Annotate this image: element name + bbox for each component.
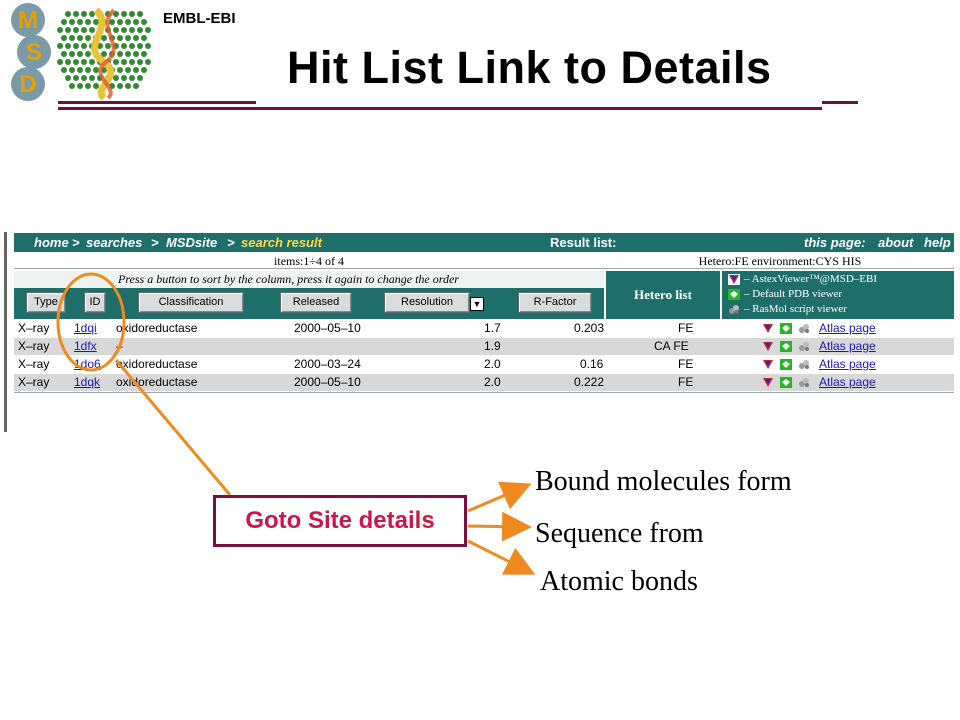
entry-id-link[interactable]: 1do6 bbox=[74, 356, 101, 373]
result-list-label: Result list: bbox=[550, 235, 617, 250]
type-cell: X–ray bbox=[18, 375, 50, 389]
rasmol-icon[interactable] bbox=[798, 341, 810, 352]
classification-cell: oxidoreductase bbox=[116, 375, 198, 389]
pdb-viewer-icon bbox=[728, 288, 740, 300]
rasmol-icon[interactable] bbox=[798, 377, 810, 388]
items-count: items:1÷4 of 4 bbox=[274, 254, 344, 268]
classification-cell: oxidoreductase bbox=[116, 321, 198, 335]
sort-rfactor-button[interactable]: R-Factor bbox=[518, 292, 592, 313]
classification-cell: – bbox=[116, 339, 123, 353]
option-sequence: Sequence from bbox=[535, 518, 704, 549]
title-rule-upper-right bbox=[822, 101, 858, 104]
title-rule-upper bbox=[58, 101, 256, 104]
hetero-list-header: Hetero list bbox=[606, 271, 720, 319]
legend-pdb-viewer: – Default PDB viewer bbox=[728, 287, 842, 301]
svg-text:S: S bbox=[26, 39, 42, 66]
legend-astexviewer: – AstexViewer™@MSD–EBI bbox=[728, 272, 877, 286]
arrow-bound-molecules bbox=[467, 481, 532, 513]
legend-pdb-viewer-label: – Default PDB viewer bbox=[744, 288, 843, 300]
type-cell: X–ray bbox=[18, 321, 50, 335]
help-link[interactable]: help bbox=[924, 233, 951, 252]
astexviewer-icon[interactable] bbox=[762, 341, 774, 352]
legend-rasmol-label: – RasMol script viewer bbox=[744, 303, 847, 315]
rfactor-cell: 0.203 bbox=[574, 321, 605, 335]
pdb-viewer-icon[interactable] bbox=[780, 377, 792, 388]
table-bottom-rule bbox=[14, 392, 954, 393]
entry-id-link[interactable]: 1dqi bbox=[74, 320, 97, 337]
sort-classification-button[interactable]: Classification bbox=[138, 292, 244, 313]
option-atomic-bonds: Atomic bonds bbox=[540, 566, 698, 597]
table-divider bbox=[14, 268, 954, 269]
atlas-page-link[interactable]: Atlas page bbox=[819, 356, 876, 373]
svg-text:M: M bbox=[18, 7, 38, 34]
this-page-label: this page: bbox=[804, 235, 866, 250]
title-rule-lower bbox=[58, 107, 822, 110]
released-cell: 2000–03–24 bbox=[294, 357, 361, 371]
hetero-cell: FE bbox=[678, 357, 694, 371]
pdb-viewer-icon[interactable] bbox=[780, 323, 792, 334]
result-nav-bar: home > searches > MSDsite > search resul… bbox=[14, 233, 954, 252]
legend-rasmol: – RasMol script viewer bbox=[728, 302, 847, 316]
breadcrumb-separator: > bbox=[151, 235, 159, 250]
resolution-cell: 2.0 bbox=[484, 375, 501, 389]
breadcrumb-msdsite[interactable]: MSDsite bbox=[166, 233, 217, 252]
pdb-viewer-icon[interactable] bbox=[780, 359, 792, 370]
breadcrumb-separator: > bbox=[227, 235, 235, 250]
astexviewer-icon bbox=[728, 273, 740, 285]
breadcrumb-home[interactable]: home bbox=[34, 233, 69, 252]
sort-resolution-button[interactable]: Resolution bbox=[384, 292, 470, 313]
legend-astexviewer-label: – AstexViewer™@MSD–EBI bbox=[744, 273, 877, 285]
astexviewer-icon[interactable] bbox=[762, 359, 774, 370]
resolution-cell: 2.0 bbox=[484, 357, 501, 371]
table-row: X–ray 1dqk oxidoreductase 2000–05–10 2.0… bbox=[14, 374, 954, 391]
hetero-cell: CA FE bbox=[654, 339, 689, 353]
sort-hint: Press a button to sort by the column, pr… bbox=[14, 271, 604, 288]
type-cell: X–ray bbox=[18, 339, 50, 353]
released-cell: 2000–05–10 bbox=[294, 321, 361, 335]
rasmol-icon bbox=[729, 304, 739, 314]
table-row: X–ray 1do6 oxidoreductase 2000–03–24 2.0… bbox=[14, 356, 954, 373]
table-row: X–ray 1dqi oxidoreductase 2000–05–10 1.7… bbox=[14, 320, 954, 337]
classification-cell: oxidoreductase bbox=[116, 357, 198, 371]
org-label: EMBL-EBI bbox=[163, 10, 236, 27]
sort-id-button[interactable]: ID bbox=[84, 292, 106, 313]
sort-desc-icon[interactable]: ▼ bbox=[470, 297, 484, 311]
released-cell: 2000–05–10 bbox=[294, 375, 361, 389]
about-link[interactable]: about bbox=[878, 233, 913, 252]
viewer-legend: – AstexViewer™@MSD–EBI – Default PDB vie… bbox=[722, 271, 954, 319]
entry-id-link[interactable]: 1dfx bbox=[74, 338, 97, 355]
rasmol-icon[interactable] bbox=[798, 359, 810, 370]
hetero-cell: FE bbox=[678, 375, 694, 389]
atlas-page-link[interactable]: Atlas page bbox=[819, 338, 876, 355]
arrow-atomic-bonds bbox=[467, 539, 536, 575]
msd-logo: M S D bbox=[11, 3, 151, 101]
option-bound-molecules: Bound molecules form bbox=[535, 466, 792, 497]
rfactor-cell: 0.222 bbox=[574, 375, 605, 389]
arrow-sequence bbox=[467, 511, 532, 542]
breadcrumb-separator: > bbox=[72, 235, 80, 250]
sort-released-button[interactable]: Released bbox=[280, 292, 352, 313]
type-cell: X–ray bbox=[18, 357, 50, 371]
svg-text:D: D bbox=[19, 71, 36, 98]
breadcrumb-current: search result bbox=[241, 235, 322, 250]
resolution-cell: 1.9 bbox=[484, 339, 501, 353]
rfactor-cell: 0.16 bbox=[580, 357, 604, 371]
resolution-cell: 1.7 bbox=[484, 321, 501, 335]
goto-site-details-callout: Goto Site details bbox=[213, 495, 467, 547]
breadcrumb-searches[interactable]: searches bbox=[86, 233, 142, 252]
screenshot-border bbox=[4, 232, 7, 432]
entry-id-link[interactable]: 1dqk bbox=[74, 374, 100, 391]
slide-title: Hit List Link to Details bbox=[287, 42, 772, 93]
rasmol-icon[interactable] bbox=[798, 323, 810, 334]
pdb-viewer-icon[interactable] bbox=[780, 341, 792, 352]
astexviewer-icon[interactable] bbox=[762, 377, 774, 388]
hetero-cell: FE bbox=[678, 321, 694, 335]
atlas-page-link[interactable]: Atlas page bbox=[819, 320, 876, 337]
astexviewer-icon[interactable] bbox=[762, 323, 774, 334]
hetero-environment-info: Hetero:FE environment:CYS HIS bbox=[698, 254, 862, 268]
table-row: X–ray 1dfx – 1.9 CA FE Atlas page bbox=[14, 338, 954, 355]
atlas-page-link[interactable]: Atlas page bbox=[819, 374, 876, 391]
sort-type-button[interactable]: Type bbox=[26, 292, 66, 313]
